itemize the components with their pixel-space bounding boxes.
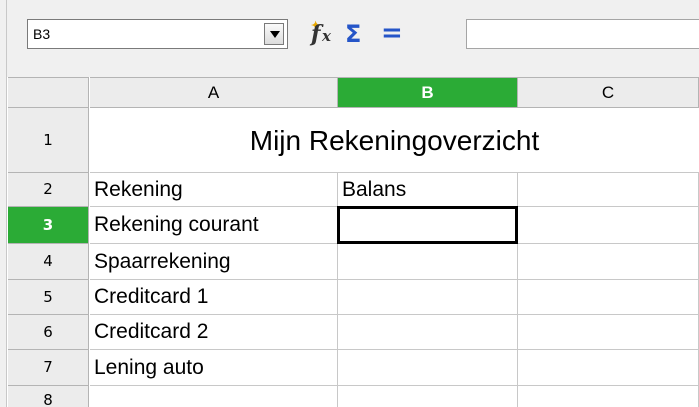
cell-a8[interactable] (90, 386, 338, 407)
cell-c5[interactable] (518, 280, 699, 315)
cell-b5[interactable] (338, 280, 518, 315)
formula-input[interactable] (466, 19, 699, 49)
sigma-icon[interactable]: Σ (345, 20, 371, 48)
cell-c2[interactable] (518, 173, 699, 207)
cell-c8[interactable] (518, 386, 699, 407)
cell-c7[interactable] (518, 350, 699, 386)
cell-b7[interactable] (338, 350, 518, 386)
row-header-4[interactable]: 4 (8, 244, 89, 280)
select-all-corner[interactable] (8, 77, 89, 108)
window-left-edge (0, 0, 7, 407)
cell-a4[interactable]: Spaarrekening (90, 244, 338, 280)
cell-c4[interactable] (518, 244, 699, 280)
chevron-down-icon (270, 31, 280, 38)
cell-b2[interactable]: Balans (338, 173, 518, 207)
cell-a5[interactable]: Creditcard 1 (90, 280, 338, 315)
column-header-c[interactable]: C (518, 77, 699, 108)
cell-b8[interactable] (338, 386, 518, 407)
row-header-1[interactable]: 1 (8, 108, 89, 173)
formula-toolbar: B3 ✦ f x Σ = (0, 0, 699, 77)
row-header-8[interactable]: 8 (8, 386, 89, 407)
row-header-5[interactable]: 5 (8, 280, 89, 315)
name-box[interactable]: B3 (27, 19, 288, 49)
cell-b4[interactable] (338, 244, 518, 280)
row-header-3[interactable]: 3 (8, 207, 89, 244)
name-box-dropdown-button[interactable] (264, 23, 284, 45)
active-cell-cursor (337, 206, 518, 244)
row-header-2[interactable]: 2 (8, 173, 89, 207)
cell-b6[interactable] (338, 315, 518, 350)
column-header-a[interactable]: A (90, 77, 338, 108)
row-header-6[interactable]: 6 (8, 315, 89, 350)
cell-a2[interactable]: Rekening (90, 173, 338, 207)
column-header-b[interactable]: B (338, 77, 518, 108)
cell-a6[interactable]: Creditcard 2 (90, 315, 338, 350)
equals-icon[interactable]: = (381, 18, 403, 48)
function-wizard-icon[interactable]: ✦ f x (307, 19, 337, 49)
cell-c3[interactable] (518, 207, 699, 244)
sheet-title-cell[interactable]: Mijn Rekeningoverzicht (90, 108, 699, 173)
cell-a3[interactable]: Rekening courant (90, 207, 338, 244)
cell-a7[interactable]: Lening auto (90, 350, 338, 386)
name-box-value[interactable]: B3 (33, 26, 50, 42)
cell-c6[interactable] (518, 315, 699, 350)
row-header-7[interactable]: 7 (8, 350, 89, 386)
